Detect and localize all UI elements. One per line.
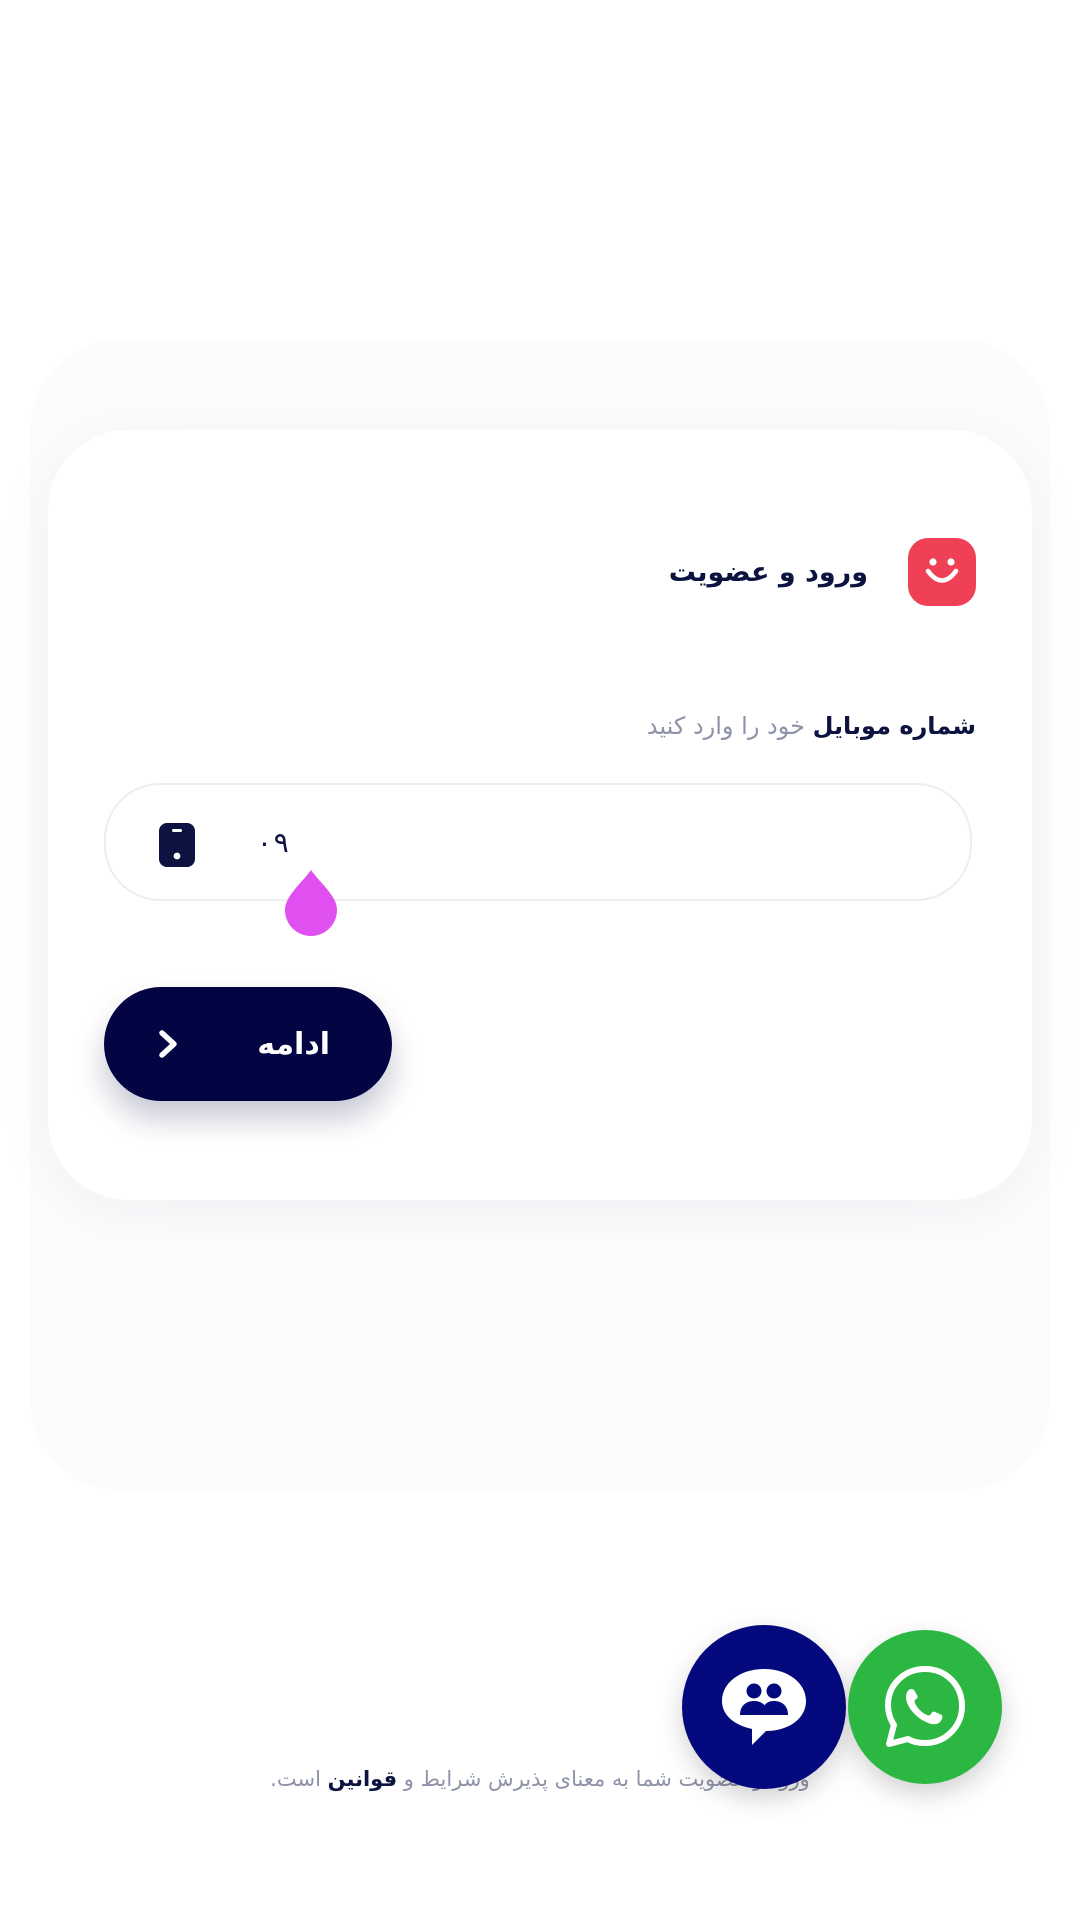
- phone-input[interactable]: [256, 819, 756, 865]
- terms-link[interactable]: قوانین: [328, 1767, 397, 1791]
- support-chat-button[interactable]: [682, 1625, 846, 1789]
- phone-label-strong: شماره موبایل: [812, 712, 976, 740]
- whatsapp-button[interactable]: [848, 1630, 1002, 1784]
- smile-icon: [908, 538, 976, 606]
- phone-label-light: خود را وارد کنید: [646, 712, 805, 740]
- continue-button[interactable]: ادامه: [104, 987, 392, 1101]
- mobile-phone-icon: [159, 823, 195, 867]
- phone-label: شماره موبایل خود را وارد کنید: [647, 712, 976, 740]
- whatsapp-icon: [885, 1666, 965, 1747]
- terms-suffix: است.: [270, 1767, 321, 1791]
- chevron-right-icon: [159, 1030, 177, 1058]
- page-title: ورود و عضویت: [668, 556, 868, 588]
- support-chat-icon: [722, 1669, 806, 1745]
- login-header: ورود و عضویت: [669, 538, 976, 606]
- phone-input-field[interactable]: [104, 783, 972, 901]
- login-card: ورود و عضویت شماره موبایل خود را وارد کن…: [48, 430, 1032, 1200]
- login-screen: ورود و عضویت شماره موبایل خود را وارد کن…: [0, 0, 1080, 1920]
- text-cursor-handle[interactable]: [283, 868, 339, 936]
- continue-button-label: ادامه: [257, 1026, 330, 1062]
